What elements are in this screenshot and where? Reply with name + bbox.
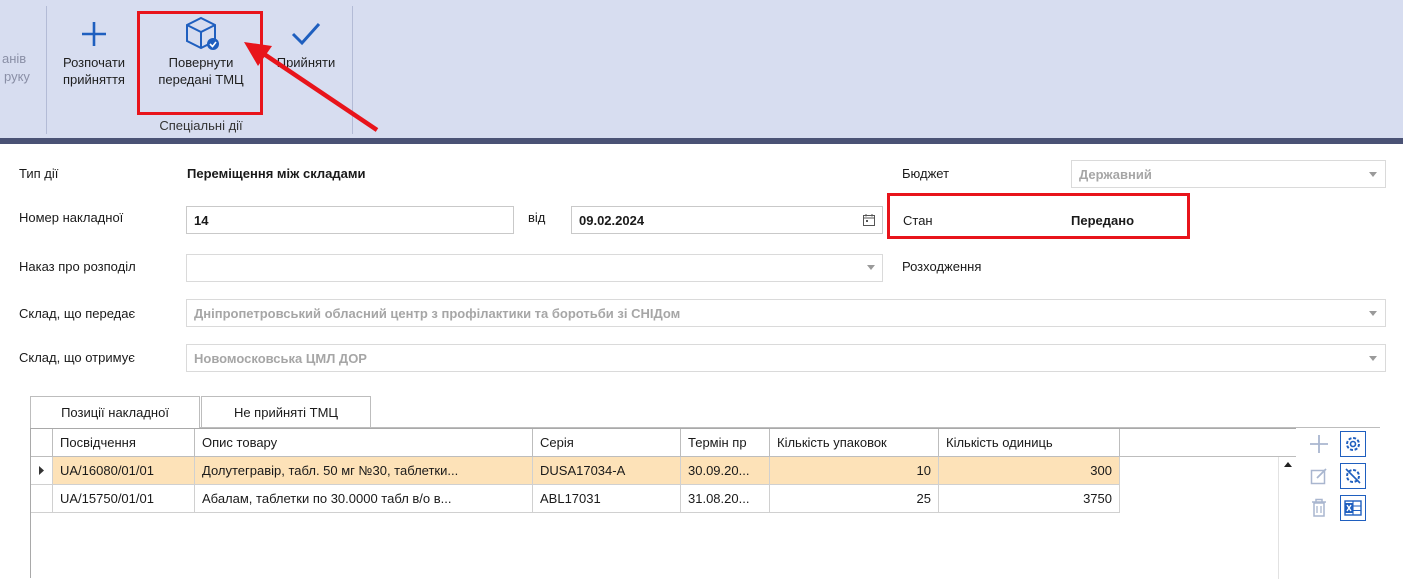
row-indicator[interactable] — [31, 457, 53, 485]
cell-units[interactable]: 3750 — [939, 485, 1120, 513]
chevron-down-icon — [1369, 172, 1377, 177]
column-header-expiry[interactable]: Термін пр — [681, 429, 770, 457]
gear-disabled-icon — [1345, 468, 1361, 484]
cell-certificate[interactable]: UA/16080/01/01 — [53, 457, 195, 485]
start-acceptance-label-2: прийняття — [63, 72, 125, 87]
gear-icon — [1346, 437, 1360, 451]
cell-description[interactable]: Долутегравір, табл. 50 мг №30, таблетки.… — [195, 457, 533, 485]
cell-series[interactable]: DUSA17034-A — [533, 457, 681, 485]
date-field[interactable]: 09.02.2024 — [571, 206, 883, 234]
tab-not-accepted-goods[interactable]: Не прийняті ТМЦ — [201, 396, 371, 427]
tab-invoice-items-label: Позиції накладної — [61, 405, 169, 420]
cell-series[interactable]: ABL17031 — [533, 485, 681, 513]
discrepancy-label: Розходження — [902, 259, 982, 274]
scroll-up-arrow-icon[interactable] — [1279, 457, 1297, 473]
delete-row-button[interactable] — [1306, 495, 1332, 521]
cell-units[interactable]: 300 — [939, 457, 1120, 485]
distribution-order-label: Наказ про розподіл — [19, 259, 136, 274]
cell-expiry[interactable]: 31.08.20... — [681, 485, 770, 513]
cell-expiry[interactable]: 30.09.20... — [681, 457, 770, 485]
settings-off-button[interactable] — [1340, 463, 1366, 489]
ribbon-bottom-border — [0, 138, 1403, 144]
invoice-number-field[interactable]: 14 — [186, 206, 514, 234]
annotation-arrow — [244, 42, 379, 132]
ribbon-partial-label-1: анів — [2, 51, 27, 66]
budget-dropdown[interactable]: Державний — [1071, 160, 1386, 188]
sending-warehouse-label: Склад, що передає — [19, 306, 136, 321]
chevron-down-icon — [867, 265, 875, 270]
date-from-label: від — [528, 210, 546, 225]
cell-description[interactable]: Абалам, таблетки по 30.0000 табл в/о в..… — [195, 485, 533, 513]
column-header-series[interactable]: Серія — [533, 429, 681, 457]
edit-row-button[interactable] — [1306, 463, 1332, 489]
start-acceptance-label-1: Розпочати — [62, 55, 126, 70]
start-acceptance-button[interactable]: Розпочати прийняття — [52, 14, 136, 88]
distribution-order-dropdown[interactable] — [186, 254, 883, 282]
cell-packages[interactable]: 10 — [770, 457, 939, 485]
ribbon-partial-label-2: руку — [4, 69, 30, 84]
items-grid: Посвідчення Опис товару Серія Термін пр … — [30, 428, 1297, 579]
column-header-packages[interactable]: Кількість упаковок — [770, 429, 939, 457]
highlight-box-status — [887, 193, 1190, 239]
plus-icon — [1310, 435, 1328, 453]
date-value: 09.02.2024 — [579, 212, 645, 228]
cell-packages[interactable]: 25 — [770, 485, 939, 513]
row-indicator[interactable] — [31, 485, 53, 513]
chevron-down-icon — [1369, 356, 1377, 361]
grid-vertical-scrollbar[interactable] — [1278, 457, 1297, 579]
settings-button[interactable] — [1340, 431, 1366, 457]
sending-warehouse-dropdown[interactable]: Дніпропетровський обласний центр з профі… — [186, 299, 1386, 327]
action-type-value: Переміщення між складами — [187, 166, 366, 181]
column-header-empty — [1120, 429, 1296, 457]
column-header-certificate[interactable]: Посвідчення — [53, 429, 195, 457]
excel-icon — [1344, 500, 1362, 516]
trash-icon — [1312, 498, 1326, 517]
tab-not-accepted-goods-label: Не прийняті ТМЦ — [233, 404, 339, 420]
add-row-button[interactable] — [1306, 431, 1332, 457]
export-excel-button[interactable] — [1340, 495, 1366, 521]
invoice-number-label: Номер накладної — [19, 210, 124, 225]
sending-warehouse-value: Дніпропетровський обласний центр з профі… — [194, 305, 681, 321]
current-row-arrow-icon — [39, 466, 44, 475]
action-type-label: Тип дії — [19, 166, 59, 181]
budget-label: Бюджет — [902, 166, 950, 181]
plus-icon — [52, 14, 136, 54]
receiving-warehouse-value: Новомосковська ЦМЛ ДОР — [194, 350, 367, 366]
chevron-down-icon — [1369, 311, 1377, 316]
ribbon-separator — [46, 6, 47, 134]
column-header-units[interactable]: Кількість одиниць — [939, 429, 1120, 457]
column-header-description[interactable]: Опис товару — [195, 429, 533, 457]
grid-row-indicator-header — [31, 429, 53, 457]
tab-invoice-items[interactable]: Позиції накладної — [30, 396, 200, 428]
cell-certificate[interactable]: UA/15750/01/01 — [53, 485, 195, 513]
budget-value: Державний — [1079, 166, 1152, 182]
receiving-warehouse-label: Склад, що отримує — [19, 350, 135, 365]
calendar-icon[interactable] — [862, 213, 876, 230]
receiving-warehouse-dropdown[interactable]: Новомосковська ЦМЛ ДОР — [186, 344, 1386, 372]
edit-icon — [1310, 468, 1327, 485]
